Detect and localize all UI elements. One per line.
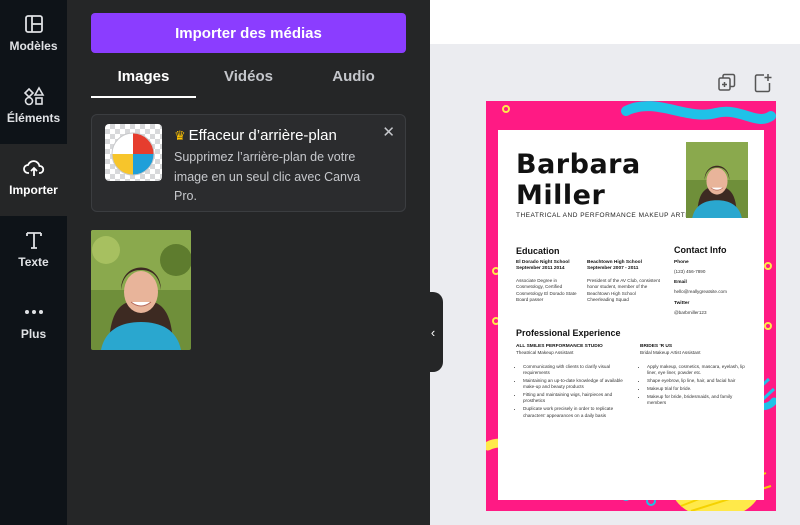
edu2-description: President of the AV Club, consistent hon…	[587, 278, 660, 302]
upload-panel: Importer des médias Images Vidéos Audio …	[67, 0, 430, 525]
job1-role: Theatrical Makeup Assistant	[516, 350, 574, 355]
portrait-image	[686, 142, 748, 218]
phone-label: Phone	[674, 260, 689, 265]
rail-label: Éléments	[6, 111, 61, 125]
twitter-label: Twitter	[674, 301, 690, 306]
edu1-description: Associate Degree in Cosmetology, Certifi…	[516, 278, 577, 302]
media-tabs: Images Vidéos Audio	[91, 62, 406, 98]
list-item: Makeup trial for bride.	[647, 386, 752, 392]
beach-ball-thumbnail	[105, 124, 162, 181]
edu2-dates: September 2007 - 2011	[587, 266, 639, 271]
email-label: Email	[674, 280, 687, 285]
edu1-dates: September 2011 2014	[516, 266, 565, 271]
tab-videos[interactable]: Vidéos	[196, 62, 301, 98]
beach-ball-icon	[111, 132, 155, 176]
rail-item-text[interactable]: Texte	[0, 216, 67, 288]
background-remover-promo[interactable]: ♛ Effaceur d’arrière-plan Supprimez l’arr…	[91, 114, 406, 212]
resume-job-title: THEATRICAL AND PERFORMANCE MAKEUP ARTIST	[516, 212, 697, 219]
elements-icon	[23, 86, 44, 106]
contact-heading: Contact Info	[674, 245, 727, 255]
add-page-icon[interactable]	[752, 72, 774, 94]
list-item: Makeup for bride, bridesmaids, and famil…	[647, 394, 752, 407]
phone-value: (123) 456-7890	[674, 269, 706, 274]
rail-item-elements[interactable]: Éléments	[0, 72, 67, 144]
list-item: Apply makeup, cosmetics, mascara, eyelas…	[647, 364, 752, 377]
left-rail: Modèles Éléments Importer Texte Plus	[0, 0, 67, 525]
resume-card: Barbara Miller THEATRICAL AND PERFORMANC…	[498, 130, 764, 500]
promo-title-text: Effaceur d’arrière-plan	[188, 127, 337, 144]
job1-duties-list: Communicating with clients to clarify vi…	[516, 364, 628, 420]
experience-heading: Professional Experience	[516, 328, 621, 338]
resume-first-name: Barbara	[516, 149, 641, 180]
uploaded-photo[interactable]	[91, 230, 191, 350]
promo-description: Supprimez l’arrière-plan de votre image …	[174, 150, 361, 203]
list-item: Communicating with clients to clarify vi…	[523, 364, 628, 377]
rail-item-templates[interactable]: Modèles	[0, 0, 67, 72]
templates-icon	[24, 15, 43, 33]
resume-name: Barbara Miller	[516, 149, 641, 211]
rail-item-upload[interactable]: Importer	[0, 144, 67, 216]
education-heading: Education	[516, 246, 560, 256]
import-media-button[interactable]: Importer des médias	[91, 13, 406, 53]
upload-cloud-icon	[22, 160, 44, 176]
tab-images[interactable]: Images	[91, 62, 196, 98]
resume-photo	[686, 142, 748, 218]
job2-duties-list: Apply makeup, cosmetics, mascara, eyelas…	[640, 364, 752, 408]
resume-last-name: Miller	[516, 180, 606, 211]
rail-label: Texte	[18, 255, 49, 269]
text-icon	[25, 232, 42, 249]
list-item: Duplicate work precisely in order to rep…	[523, 406, 628, 419]
job2-role: Bridal Makeup Artist Assistant	[640, 350, 701, 355]
list-item: Maintaining an up-to-date knowledge of a…	[523, 378, 628, 391]
crown-icon: ♛	[174, 128, 186, 143]
collapse-panel-button[interactable]: ‹	[423, 292, 443, 372]
rail-label: Plus	[20, 327, 47, 341]
list-item: Shape eyebrow, lip line, hair, and facia…	[647, 378, 752, 384]
portrait-image	[91, 230, 191, 350]
close-icon[interactable]: ✕	[382, 123, 395, 141]
canvas-top-bar	[430, 0, 800, 44]
email-value: hello@reallygreatsite.com	[674, 289, 727, 294]
tab-audio[interactable]: Audio	[301, 62, 406, 98]
duplicate-page-icon[interactable]	[716, 72, 738, 94]
rail-item-more[interactable]: Plus	[0, 288, 67, 360]
twitter-value: @barbmiller123	[674, 310, 707, 315]
more-icon	[24, 310, 43, 314]
rail-label: Modèles	[9, 39, 58, 53]
design-page[interactable]: Barbara Miller THEATRICAL AND PERFORMANC…	[486, 101, 776, 511]
promo-title: ♛ Effaceur d’arrière-plan	[174, 127, 337, 144]
list-item: Fitting and maintaining wigs, hairpieces…	[523, 392, 628, 405]
rail-label: Importer	[9, 183, 58, 197]
